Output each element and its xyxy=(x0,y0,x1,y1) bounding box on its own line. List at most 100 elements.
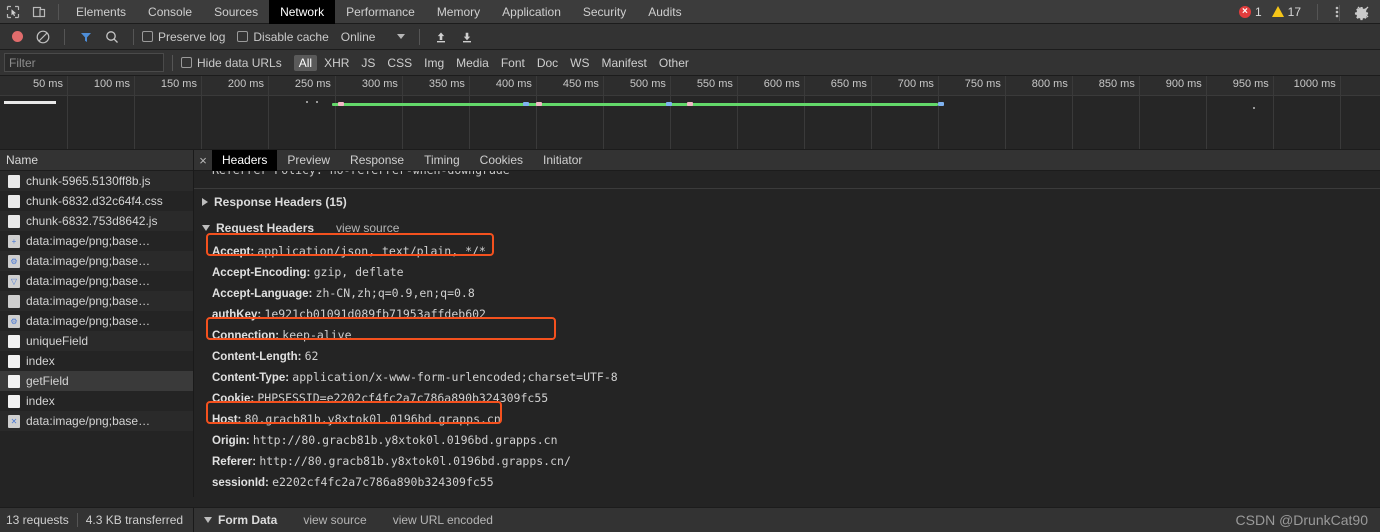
timeline-gridline xyxy=(334,76,336,149)
request-list-item[interactable]: + data:image/png;base… xyxy=(0,231,193,251)
request-headers-section[interactable]: Request Headers view source xyxy=(194,215,1380,241)
header-value[interactable]: 80.gracb81b.y8xtok0l.0196bd.grapps.cn xyxy=(245,412,501,426)
error-warning-counts[interactable]: × 1 17 xyxy=(1238,4,1311,19)
inspect-element-icon[interactable] xyxy=(0,0,26,24)
warning-count: 17 xyxy=(1287,4,1301,19)
tab-timing[interactable]: Timing xyxy=(414,150,470,171)
timeline-tick-label: 700 ms xyxy=(897,78,934,90)
request-list-item[interactable]: ✕ data:image/png;base… xyxy=(0,411,193,431)
filter-input[interactable] xyxy=(4,53,164,72)
tab-response[interactable]: Response xyxy=(340,150,414,171)
response-headers-section[interactable]: Response Headers (15) xyxy=(194,189,1380,215)
filter-type-all[interactable]: All xyxy=(293,54,318,71)
timeline-phase-marker xyxy=(535,102,542,106)
chevron-right-icon[interactable] xyxy=(202,198,208,206)
form-data-section[interactable]: Form Data xyxy=(204,513,277,527)
timeline-tick-label: 800 ms xyxy=(1031,78,1068,90)
close-detail-icon[interactable]: × xyxy=(194,153,212,168)
disable-cache-box xyxy=(237,31,249,42)
header-value[interactable]: Mozilla/5.0 (Macintosh; Intel Mac OS X 1… xyxy=(281,496,1119,497)
tab-preview[interactable]: Preview xyxy=(277,150,340,171)
request-list-item[interactable]: ⚙ data:image/png;base… xyxy=(0,251,193,271)
timeline-tick-label: 650 ms xyxy=(830,78,867,90)
hide-data-urls-checkbox[interactable]: Hide data URLs xyxy=(181,56,282,70)
timeline-gridline xyxy=(267,76,269,149)
tab-headers[interactable]: Headers xyxy=(212,149,278,171)
filter-type-manifest[interactable]: Manifest xyxy=(597,55,652,71)
filter-type-doc[interactable]: Doc xyxy=(532,55,563,71)
request-list-item[interactable]: getField xyxy=(0,371,193,391)
throttling-select[interactable]: Online xyxy=(341,30,406,44)
request-list-item[interactable]: ▽ data:image/png;base… xyxy=(0,271,193,291)
header-value[interactable]: 62 xyxy=(305,349,319,363)
tab-sources[interactable]: Sources xyxy=(203,0,269,24)
filter-funnel-icon[interactable] xyxy=(73,25,99,49)
record-icon[interactable] xyxy=(4,25,30,49)
tab-security[interactable]: Security xyxy=(572,0,637,24)
request-list-item[interactable]: data:image/png;base… xyxy=(0,291,193,311)
disable-cache-checkbox[interactable]: Disable cache xyxy=(237,30,329,44)
request-list-item[interactable]: uniqueField xyxy=(0,331,193,351)
request-list-item[interactable]: index xyxy=(0,391,193,411)
chevron-down-icon-request[interactable] xyxy=(202,225,210,231)
form-data-view-source-link[interactable]: view source xyxy=(303,513,366,527)
chevron-down-icon-formdata[interactable] xyxy=(204,517,212,523)
filter-type-css[interactable]: CSS xyxy=(382,55,417,71)
tab-elements[interactable]: Elements xyxy=(65,0,137,24)
import-har-icon[interactable] xyxy=(428,25,454,49)
view-source-link[interactable]: view source xyxy=(336,221,399,235)
header-value[interactable]: http://80.gracb81b.y8xtok0l.0196bd.grapp… xyxy=(253,433,558,447)
gear-icon[interactable] xyxy=(1348,1,1374,25)
filter-type-js[interactable]: JS xyxy=(356,55,380,71)
tab-network[interactable]: Network xyxy=(269,0,336,24)
header-value[interactable]: keep-alive xyxy=(282,328,351,342)
request-list-item[interactable]: index xyxy=(0,351,193,371)
header-value[interactable]: application/x-www-form-urlencoded;charse… xyxy=(292,370,617,384)
request-list-column-header: Name xyxy=(0,150,193,171)
filter-type-ws[interactable]: WS xyxy=(565,55,594,71)
network-overview-timeline[interactable]: 50 ms 100 ms 150 ms 200 ms 250 ms 300 ms 350 m… xyxy=(0,76,1380,150)
timeline-tick-label: 300 ms xyxy=(361,78,398,90)
request-list-item[interactable]: chunk-5965.5130ff8b.js xyxy=(0,171,193,191)
filter-type-other[interactable]: Other xyxy=(654,55,694,71)
header-value[interactable]: gzip, deflate xyxy=(314,265,404,279)
device-toolbar-icon[interactable] xyxy=(26,0,52,24)
filter-type-font[interactable]: Font xyxy=(496,55,530,71)
header-value[interactable]: 1e921cb01091d089fb71953affdeb602 xyxy=(264,307,486,321)
tab-audits[interactable]: Audits xyxy=(637,0,692,24)
request-list[interactable]: chunk-5965.5130ff8b.js chunk-6832.d32c64f… xyxy=(0,171,193,497)
export-har-icon[interactable] xyxy=(454,25,480,49)
tab-memory[interactable]: Memory xyxy=(426,0,491,24)
form-data-view-url-encoded-link[interactable]: view URL encoded xyxy=(393,513,493,527)
header-value[interactable]: PHPSESSID=e2202cf4fc2a7c786a890b324309fc… xyxy=(257,391,548,405)
search-icon[interactable] xyxy=(99,25,125,49)
tabbar-divider xyxy=(58,3,59,20)
header-value[interactable]: http://80.gracb81b.y8xtok0l.0196bd.grapp… xyxy=(259,454,571,468)
xhr-file-icon xyxy=(8,334,20,348)
warning-icon xyxy=(1271,6,1284,17)
status-bar: 13 requests 4.3 KB transferred Form Data… xyxy=(0,507,1380,532)
header-value[interactable]: zh-CN,zh;q=0.9,en;q=0.8 xyxy=(316,286,475,300)
tab-performance[interactable]: Performance xyxy=(335,0,426,24)
request-name: data:image/png;base… xyxy=(26,234,151,248)
tab-initiator[interactable]: Initiator xyxy=(533,150,592,171)
request-list-item[interactable]: ⚙ data:image/png;base… xyxy=(0,311,193,331)
tab-console[interactable]: Console xyxy=(137,0,203,24)
clear-icon[interactable] xyxy=(30,25,56,49)
preserve-log-checkbox[interactable]: Preserve log xyxy=(142,30,225,44)
request-header-row: Host: 80.gracb81b.y8xtok0l.0196bd.grapps… xyxy=(194,409,1380,430)
header-value[interactable]: e2202cf4fc2a7c786a890b324309fc55 xyxy=(272,475,494,489)
status-divider xyxy=(76,513,78,527)
tab-cookies[interactable]: Cookies xyxy=(470,150,533,171)
request-list-item[interactable]: chunk-6832.753d8642.js xyxy=(0,211,193,231)
preserve-log-label: Preserve log xyxy=(158,29,226,44)
tab-application[interactable]: Application xyxy=(491,0,572,24)
header-value[interactable]: application/json, text/plain, */* xyxy=(257,244,485,258)
filter-type-xhr[interactable]: XHR xyxy=(319,55,354,71)
filter-type-img[interactable]: Img xyxy=(419,55,449,71)
transferred-size: 4.3 KB transferred xyxy=(85,513,184,527)
filter-type-media[interactable]: Media xyxy=(451,55,494,71)
request-list-item[interactable]: chunk-6832.d32c64f4.css xyxy=(0,191,193,211)
controls-divider-4 xyxy=(1339,5,1340,21)
timeline-gridline xyxy=(468,76,470,149)
